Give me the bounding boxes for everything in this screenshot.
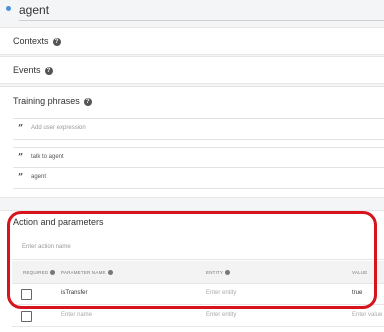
events-section[interactable]: Events?	[0, 56, 384, 84]
intent-name-underline	[19, 20, 384, 21]
quote-icon: ”	[18, 153, 24, 163]
highlight-annotation	[7, 211, 377, 309]
events-title: Events?	[13, 65, 53, 75]
training-phrase-item[interactable]: ” agent	[13, 167, 384, 189]
value-field[interactable]: Enter value	[352, 312, 382, 318]
entity-field[interactable]: Enter entity	[206, 312, 236, 318]
training-phrase-item[interactable]: ” talk to agent	[13, 147, 384, 169]
training-phrases-title: Training phrases?	[13, 96, 92, 106]
training-phrases-section: Training phrases? ” Add user expression …	[0, 86, 384, 198]
intent-status-dot	[6, 6, 11, 11]
contexts-title: Contexts?	[13, 36, 61, 46]
help-icon[interactable]: ?	[44, 67, 53, 75]
parameter-name-field[interactable]: Enter name	[61, 312, 92, 318]
add-user-expression-input[interactable]: ” Add user expression	[13, 118, 384, 140]
help-icon[interactable]: ?	[52, 38, 61, 46]
quote-icon: ”	[18, 124, 24, 134]
contexts-section[interactable]: Contexts?	[0, 27, 384, 55]
help-icon[interactable]: ?	[83, 98, 92, 106]
quote-icon: ”	[18, 173, 24, 183]
required-checkbox[interactable]	[21, 311, 32, 322]
table-row: Enter name Enter entity Enter value	[12, 306, 384, 327]
intent-name-field[interactable]: agent	[19, 3, 49, 17]
